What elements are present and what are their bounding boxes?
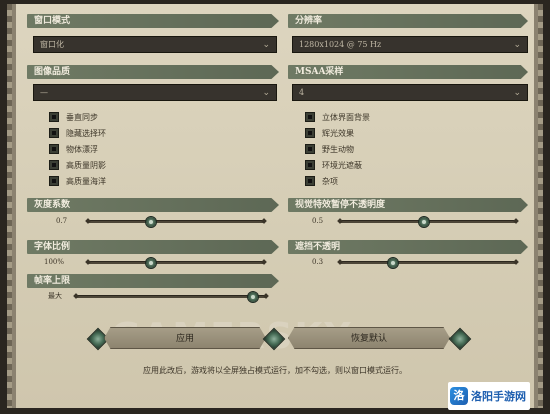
restore-defaults-button[interactable]: 恢复默认 <box>288 327 450 349</box>
checkbox-box[interactable] <box>49 112 59 122</box>
occlusion-opacity-label: 遮挡不透明 <box>295 242 341 252</box>
checkbox-box[interactable] <box>49 128 59 138</box>
image-quality-value: — <box>40 88 48 97</box>
frame-cap-header: 帧率上限 <box>27 274 279 288</box>
gamma-value: 0.7 <box>56 217 68 225</box>
chevron-down-icon: ⌄ <box>262 40 270 50</box>
occlusion-opacity-header: 遮挡不透明 <box>288 240 528 254</box>
checkbox-box[interactable] <box>49 176 59 186</box>
checkbox-bloom[interactable]: 辉光效果 <box>305 127 354 140</box>
checkbox-box[interactable] <box>49 160 59 170</box>
frame-cap-value: 最大 <box>48 292 62 300</box>
pause-opacity-header: 视觉特效暂停不透明度 <box>288 198 528 212</box>
resolution-dropdown[interactable]: 1280x1024 @ 75 Hz ⌄ <box>292 36 528 53</box>
apply-button[interactable]: 应用 <box>104 327 266 349</box>
right-edge-ornament <box>538 4 543 408</box>
checkbox-label: 立体界面背景 <box>322 113 370 122</box>
checkbox-label: 隐藏选择环 <box>66 129 106 138</box>
checkbox-wildlife[interactable]: 野生动物 <box>305 143 354 156</box>
checkbox-label: 杂项 <box>322 177 338 186</box>
chevron-down-icon: ⌄ <box>513 40 521 50</box>
occlusion-opacity-value: 0.3 <box>312 258 324 266</box>
chevron-down-icon: ⌄ <box>262 88 270 98</box>
footer-note: 应用此改后，游戏将以全屏独占模式运行，加不勾选，则以窗口模式运行。 <box>143 366 407 375</box>
checkbox-label: 高质量海洋 <box>66 177 106 186</box>
font-scale-slider-track[interactable] <box>88 258 264 268</box>
gem-ornament <box>448 327 472 351</box>
frame-cap-slider-knob[interactable] <box>247 292 258 302</box>
window-mode-dropdown[interactable]: 窗口化 ⌄ <box>33 36 277 53</box>
checkbox-label: 高质量阴影 <box>66 161 106 170</box>
checkbox-label: 环境光遮蔽 <box>322 161 362 170</box>
checkbox-box[interactable] <box>49 144 59 154</box>
checkbox-box[interactable] <box>305 128 315 138</box>
checkbox-label: 辉光效果 <box>322 129 354 138</box>
frame-cap-label: 帧率上限 <box>34 276 71 286</box>
left-edge-ornament <box>7 4 12 408</box>
resolution-value: 1280x1024 @ 75 Hz <box>299 40 382 49</box>
gamma-slider-track[interactable] <box>88 217 264 227</box>
checkbox-label: 垂直同步 <box>66 113 98 122</box>
checkbox-box[interactable] <box>305 112 315 122</box>
checkbox-label: 物体漂浮 <box>66 145 98 154</box>
checkbox-hide-selection-ring[interactable]: 隐藏选择环 <box>49 127 106 140</box>
gamma-label: 灰度系数 <box>34 200 71 210</box>
font-scale-header: 字体比例 <box>27 240 279 254</box>
font-scale-value: 100% <box>44 258 65 266</box>
chevron-down-icon: ⌄ <box>513 88 521 98</box>
site-logo: 洛 洛阳手游网 <box>448 382 530 410</box>
logo-text: 洛阳手游网 <box>471 390 526 403</box>
msaa-value: 4 <box>299 88 305 97</box>
font-scale-slider-knob[interactable] <box>146 258 157 268</box>
resolution-header: 分辨率 <box>288 14 528 28</box>
msaa-header: MSAA采样 <box>288 65 528 79</box>
checkbox-box[interactable] <box>305 176 315 186</box>
image-quality-dropdown[interactable]: — ⌄ <box>33 84 277 101</box>
checkbox-ambient-occlusion[interactable]: 环境光遮蔽 <box>305 159 362 172</box>
checkbox-hq-ocean[interactable]: 高质量海洋 <box>49 175 106 188</box>
checkbox-hq-shadows[interactable]: 高质量阴影 <box>49 159 106 172</box>
settings-panel: 窗口模式 窗口化 ⌄ 分辨率 1280x1024 @ 75 Hz ⌄ 图像品质 … <box>7 4 543 408</box>
font-scale-label: 字体比例 <box>34 242 71 252</box>
checkbox-box[interactable] <box>305 144 315 154</box>
gamma-header: 灰度系数 <box>27 198 279 212</box>
image-quality-header: 图像品质 <box>27 65 279 79</box>
occlusion-opacity-slider-track[interactable] <box>340 258 516 268</box>
gamma-slider-knob[interactable] <box>146 217 157 227</box>
checkbox-object-float[interactable]: 物体漂浮 <box>49 143 98 156</box>
pause-opacity-label: 视觉特效暂停不透明度 <box>295 200 386 210</box>
checkbox-3d-ui-background[interactable]: 立体界面背景 <box>305 111 370 124</box>
logo-mark-icon: 洛 <box>450 387 468 405</box>
image-quality-label: 图像品质 <box>34 67 71 77</box>
checkbox-misc[interactable]: 杂项 <box>305 175 338 188</box>
window-mode-header: 窗口模式 <box>27 14 279 28</box>
window-mode-label: 窗口模式 <box>34 16 71 26</box>
resolution-label: 分辨率 <box>295 16 323 26</box>
checkbox-vsync[interactable]: 垂直同步 <box>49 111 98 124</box>
occlusion-opacity-slider-knob[interactable] <box>387 258 398 268</box>
pause-opacity-slider-knob[interactable] <box>419 217 430 227</box>
msaa-label: MSAA采样 <box>295 67 344 77</box>
window-mode-value: 窗口化 <box>40 40 64 49</box>
checkbox-label: 野生动物 <box>322 145 354 154</box>
frame-cap-slider-track[interactable] <box>76 292 266 302</box>
pause-opacity-slider-track[interactable] <box>340 217 516 227</box>
msaa-dropdown[interactable]: 4 ⌄ <box>292 84 528 101</box>
checkbox-box[interactable] <box>305 160 315 170</box>
pause-opacity-value: 0.5 <box>312 217 324 225</box>
